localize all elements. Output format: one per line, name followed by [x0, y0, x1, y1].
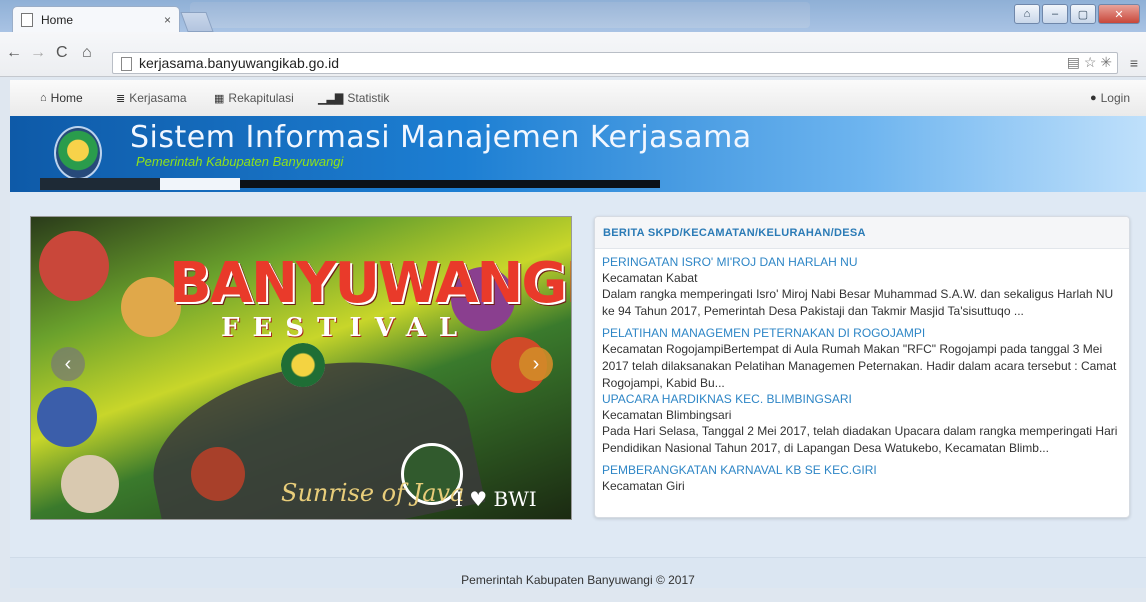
- minimize-button[interactable]: –: [1042, 4, 1068, 24]
- nav-rekapitulasi[interactable]: ▦ Rekapitulasi: [214, 91, 294, 105]
- site-footer: Pemerintah Kabupaten Banyuwangi © 2017: [10, 557, 1146, 588]
- news-location: Kecamatan Giri: [602, 479, 685, 493]
- nav-kerjasama-label: Kerjasama: [129, 91, 187, 105]
- carousel-photo: [191, 447, 245, 501]
- address-bar-icons: ▤ ☆ ✳: [1067, 54, 1112, 71]
- forward-arrow-icon[interactable]: →: [30, 44, 46, 62]
- table-icon: ▦: [214, 92, 225, 105]
- site-title: Sistem Informasi Manajemen Kerjasama: [130, 120, 752, 155]
- carousel-brand-text: BANYUWANGI: [169, 251, 572, 316]
- news-excerpt: Pada Hari Selasa, Tanggal 2 Mei 2017, te…: [602, 424, 1118, 455]
- bookmark-star-icon[interactable]: ☆: [1084, 54, 1097, 70]
- news-list: PERINGATAN ISRO' MI'ROJ DAN HARLAH NU Ke…: [595, 249, 1129, 494]
- main-content: BANYUWANGI FESTIVAL Sunrise of Java I ♥ …: [10, 192, 1146, 557]
- site-navbar: ⌂ Home ≣ Kerjasama ▦ Rekapitulasi ▁▃▇ St…: [10, 80, 1146, 117]
- news-location: Kecamatan Blimbingsari: [602, 408, 732, 422]
- profile-button[interactable]: ⌂: [1014, 4, 1040, 24]
- news-location: Kecamatan Kabat: [602, 271, 698, 285]
- nav-statistik[interactable]: ▁▃▇ Statistik: [318, 91, 389, 105]
- news-heading: BERITA SKPD/KECAMATAN/KELURAHAN/DESA: [595, 217, 1129, 249]
- list-icon: ≣: [116, 92, 126, 105]
- page-icon: [21, 12, 33, 27]
- nav-login[interactable]: ● Login: [1090, 91, 1130, 105]
- news-title-link[interactable]: PELATIHAN MANAGEMEN PETERNAKAN DI ROGOJA…: [602, 326, 1121, 341]
- news-item: PEMBERANGKATAN KARNAVAL KB SE KEC.GIRI K…: [602, 463, 1121, 494]
- home-icon[interactable]: ⌂: [82, 44, 92, 62]
- carousel-next-button[interactable]: ›: [519, 347, 553, 381]
- carousel-photo: [61, 455, 119, 513]
- carousel-sunrise-text: Sunrise of Java: [281, 479, 465, 507]
- page-icon: [121, 57, 132, 71]
- url-text: kerjasama.banyuwangikab.go.id: [139, 55, 340, 71]
- header-stripe: [240, 180, 660, 188]
- window-titlebar: ⌂ – ▢ ✕ Home ×: [0, 0, 1146, 32]
- news-item: PERINGATAN ISRO' MI'ROJ DAN HARLAH NU Ke…: [602, 255, 1121, 320]
- header-stripe: [40, 178, 160, 190]
- nav-statistik-label: Statistik: [347, 91, 390, 105]
- user-icon: ●: [1089, 92, 1097, 104]
- carousel-prev-button[interactable]: ‹: [51, 347, 85, 381]
- translate-icon[interactable]: ▤: [1067, 54, 1080, 70]
- carousel-logo: [281, 343, 325, 387]
- back-arrow-icon[interactable]: ←: [6, 44, 22, 62]
- footer-text: Pemerintah Kabupaten Banyuwangi © 2017: [461, 573, 695, 587]
- news-title-link[interactable]: PERINGATAN ISRO' MI'ROJ DAN HARLAH NU: [602, 255, 1121, 270]
- address-bar[interactable]: kerjasama.banyuwangikab.go.id: [112, 52, 1118, 74]
- news-title-link[interactable]: UPACARA HARDIKNAS KEC. BLIMBINGSARI: [602, 392, 1121, 407]
- tab-close-icon[interactable]: ×: [164, 13, 171, 27]
- reload-icon[interactable]: C: [56, 44, 68, 62]
- news-item: UPACARA HARDIKNAS KEC. BLIMBINGSARI Keca…: [602, 392, 1121, 457]
- nav-home[interactable]: ⌂ Home: [40, 91, 83, 105]
- nav-rekapitulasi-label: Rekapitulasi: [228, 91, 294, 105]
- site-subtitle: Pemerintah Kabupaten Banyuwangi: [136, 154, 344, 169]
- carousel-festival-text: FESTIVAL: [221, 313, 471, 343]
- news-title-link[interactable]: PEMBERANGKATAN KARNAVAL KB SE KEC.GIRI: [602, 463, 1121, 478]
- carousel-tagline: I ♥ BWI: [455, 487, 537, 511]
- browser-tab-home[interactable]: Home ×: [12, 6, 180, 32]
- close-window-button[interactable]: ✕: [1098, 4, 1140, 24]
- bar-chart-icon: ▁▃▇: [318, 92, 344, 105]
- news-panel: BERITA SKPD/KECAMATAN/KELURAHAN/DESA PER…: [594, 216, 1130, 518]
- nav-kerjasama[interactable]: ≣ Kerjasama: [116, 91, 187, 105]
- background-tabs: [190, 2, 810, 28]
- news-excerpt: Dalam rangka memperingati Isro' Miroj Na…: [602, 287, 1114, 318]
- site-header: Sistem Informasi Manajemen Kerjasama Pem…: [10, 116, 1146, 192]
- carousel-photo: [37, 387, 97, 447]
- image-carousel[interactable]: BANYUWANGI FESTIVAL Sunrise of Java I ♥ …: [30, 216, 572, 520]
- browser-menu-icon[interactable]: ≡: [1130, 55, 1138, 71]
- extension-icon[interactable]: ✳: [1100, 54, 1112, 70]
- home-icon: ⌂: [40, 92, 47, 104]
- nav-login-label: Login: [1100, 91, 1130, 105]
- window-controls: ⌂ – ▢ ✕: [1014, 4, 1140, 24]
- carousel-photo: [39, 231, 109, 301]
- nav-home-label: Home: [50, 91, 83, 105]
- tab-title: Home: [41, 12, 74, 27]
- government-logo: [54, 126, 102, 180]
- news-excerpt: Kecamatan RogojampiBertempat di Aula Rum…: [602, 342, 1117, 390]
- header-stripe: [160, 178, 240, 190]
- news-item: PELATIHAN MANAGEMEN PETERNAKAN DI ROGOJA…: [602, 326, 1121, 392]
- maximize-button[interactable]: ▢: [1070, 4, 1096, 24]
